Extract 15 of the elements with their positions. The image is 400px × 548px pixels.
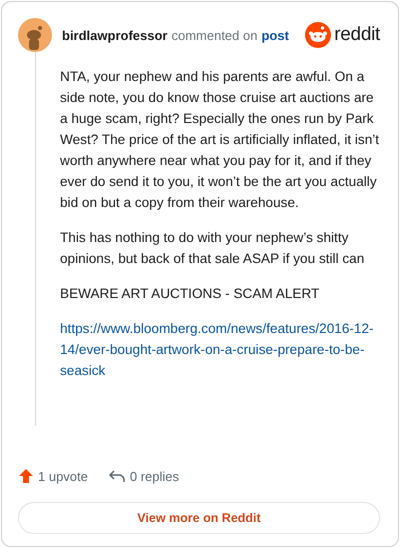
view-more-button[interactable]: View more on Reddit [18,502,380,534]
upvote-count: 1 upvote [38,468,88,484]
reddit-logo-icon [305,22,332,48]
comment-paragraph: BEWARE ART AUCTIONS - SCAM ALERT [60,285,320,303]
article-link[interactable]: https://www.bloomberg.com/news/features/2016-12-14/ever-bought-artwork-on-a-cruise-prepare-to-be-seasick [60,318,380,381]
comment-paragraph: This has nothing to do with your nephew’s shitty opinions, but back of that sale ASAP if you still can [60,229,366,268]
reply-icon[interactable] [108,468,126,484]
action-text: commented on [171,28,258,42]
avatar-icon [18,18,52,52]
post-link[interactable]: post [261,28,289,42]
brand-name: reddit [334,24,380,46]
upvote-icon[interactable] [18,468,34,484]
username[interactable]: birdlawprofessor [62,28,168,42]
comment-paragraph: NTA, your nephew and his parents are awful. On a side note, you do know those cruise art auctions are a huge scam, right? Especially the ones run by Park West? The price of the art is artificially inflated, it isn’t worth anywhere near what you pay for it, and if they ever do send it to you, it won’t be the art you actually bid on but a copy from their warehouse. [60,68,380,212]
reply-count: 0 replies [130,468,180,484]
